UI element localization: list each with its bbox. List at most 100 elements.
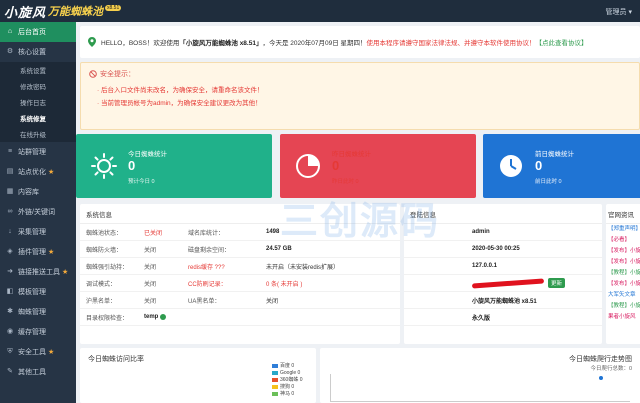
- sitemap-icon: ≡: [7, 148, 13, 155]
- legend-swatch: [272, 370, 278, 375]
- sidebar-item-security[interactable]: ⛨ 安全工具 ★: [0, 342, 76, 362]
- info-row: 蜘蛛池状态： 已关闭 域名库统计： 1498: [80, 224, 400, 241]
- clock-icon: [500, 155, 522, 177]
- download-icon: ↓: [8, 228, 12, 235]
- legend-item[interactable]: 神马 0: [272, 390, 303, 397]
- sidebar-item-plugins[interactable]: ◈ 插件管理 ★: [0, 242, 76, 262]
- info-row: 目录权限检查： temp: [80, 309, 400, 326]
- sidebar: ⌂ 后台首页 ⚙ 核心设置 系统设置 修改密码 操作日志 系统修复 在线升级 ≡…: [0, 22, 76, 403]
- sidebar-item-home[interactable]: ⌂ 后台首页: [0, 22, 76, 42]
- shield-icon: ⛨: [7, 348, 13, 355]
- sidebar-item-core-settings[interactable]: ⚙ 核心设置: [0, 42, 76, 62]
- main-content: HELLO，BOSS！欢迎使用 「小旋风万能蜘蛛池 x8.51」 ，今天是 20…: [76, 26, 640, 403]
- sidebar-item-spider[interactable]: ✱ 蜘蛛管理: [0, 302, 76, 322]
- news-item[interactable]: 【必看】: [606, 235, 640, 246]
- stat-sub: 昨日此时 0: [332, 179, 359, 185]
- plugin-icon: ◈: [7, 248, 13, 255]
- legend-item[interactable]: Google 0: [272, 369, 303, 376]
- sidebar-sub-system-repair[interactable]: 系统修复: [0, 110, 76, 126]
- push-icon: ➜: [7, 268, 13, 275]
- sidebar-item-cache[interactable]: ◉ 缓存管理: [0, 322, 76, 342]
- ban-icon: [89, 70, 97, 78]
- stat-value: 0: [128, 158, 136, 173]
- law-warning: 使用本程序请遵守国家法律法规、并遵守本软件使用协议！: [366, 40, 536, 47]
- sun-icon: [91, 153, 117, 179]
- product-name: 「小旋风万能蜘蛛池 x8.51」: [179, 40, 263, 47]
- sidebar-item-site-optimize[interactable]: ▤ 站点优化 ★: [0, 162, 76, 182]
- stat-label: 前日蜘蛛统计: [535, 151, 574, 158]
- agreement-link[interactable]: 【点此查看协议】: [536, 37, 588, 47]
- logo-main-text: 小旋风: [4, 5, 47, 21]
- legend-item[interactable]: 360蜘蛛 0: [272, 376, 303, 383]
- chart-plot-area: [330, 374, 630, 402]
- pin-star-icon: ★: [48, 169, 55, 176]
- info-row: 2020-05-30 00:25: [404, 241, 602, 258]
- news-item[interactable]: 【发布】小旋: [606, 279, 640, 290]
- login-info-panel: 登陆信息 admin 2020-05-30 00:25 127.0.0.1 更新…: [404, 204, 602, 344]
- news-item[interactable]: 大军矢文章: [606, 290, 640, 301]
- panel-title: 登陆信息: [404, 204, 602, 224]
- legend-swatch: [272, 391, 278, 396]
- news-item[interactable]: 【郑重声明】: [606, 224, 640, 235]
- logo-version-badge: x8.51: [105, 5, 122, 11]
- chart-subtitle: 今日爬行总数：0: [590, 366, 632, 372]
- legend-swatch: [272, 384, 278, 389]
- legend-item[interactable]: 搜狗 0: [272, 383, 303, 390]
- update-button[interactable]: 更新: [548, 278, 566, 288]
- sidebar-item-push-tool[interactable]: ➜ 链接推送工具 ★: [0, 262, 76, 282]
- info-row: 沪黑名单： 关闭 UA黑名单： 关闭: [80, 292, 400, 309]
- sidebar-item-content-library[interactable]: ▦ 内容库: [0, 182, 76, 202]
- check-ok-icon: [160, 313, 167, 320]
- map-pin-icon: [88, 37, 96, 47]
- cache-icon: ◉: [6, 328, 14, 335]
- stat-sub: 前日此时 0: [535, 179, 562, 185]
- news-item[interactable]: 果者小旋风: [606, 312, 640, 323]
- welcome-notice: HELLO，BOSS！欢迎使用 「小旋风万能蜘蛛池 x8.51」 ，今天是 20…: [80, 26, 640, 58]
- pin-star-icon: ★: [48, 349, 55, 356]
- home-icon: ⌂: [7, 28, 13, 35]
- legend-swatch: [272, 363, 278, 368]
- spider-ratio-chart: 今日蜘蛛访问比率 百度 0 Google 0 360蜘蛛 0 搜狗 0 神马 0: [80, 348, 316, 403]
- database-icon: ▦: [6, 188, 14, 195]
- stat-cards: 今日蜘蛛统计 0 预计今日 0 昨日蜘蛛统计 0 昨日此时 0 前日蜘蛛统计 0…: [76, 134, 640, 198]
- user-menu[interactable]: 管理员 ▾: [606, 7, 632, 17]
- tool-icon: ✎: [7, 368, 13, 375]
- news-item[interactable]: 【教程】小旋: [606, 301, 640, 312]
- app-logo[interactable]: 小旋风 万能蜘蛛池 x8.51: [4, 3, 122, 21]
- sidebar-item-site-group[interactable]: ≡ 站群管理: [0, 142, 76, 162]
- info-row: 蜘蛛强引劫持： 关闭 redis缓存 ??? 未开启（未安装redis扩展）: [80, 258, 400, 275]
- security-warning-title: 安全提示：: [89, 69, 631, 79]
- sidebar-sub-online-upgrade[interactable]: 在线升级: [0, 126, 76, 142]
- info-row: 永久版: [404, 309, 602, 326]
- chart-icon: ▤: [6, 168, 14, 175]
- pin-star-icon: ★: [48, 249, 55, 256]
- info-row: 127.0.0.1: [404, 258, 602, 275]
- sidebar-item-collect[interactable]: ↓ 采集管理: [0, 222, 76, 242]
- news-item[interactable]: 【教程】小旋: [606, 268, 640, 279]
- security-warning-box: 安全提示： · 后台入口文件尚未改名，为确保安全，请重命名该文件！ · 当前管理…: [80, 62, 640, 130]
- sidebar-sub-system-settings[interactable]: 系统设置: [0, 62, 76, 78]
- sidebar-item-templates[interactable]: ◧ 模板管理: [0, 282, 76, 302]
- pie-icon: [296, 154, 320, 178]
- sidebar-item-links-keywords[interactable]: ∞ 外链/关键词: [0, 202, 76, 222]
- gear-icon: ⚙: [6, 48, 14, 55]
- sidebar-item-other-tools[interactable]: ✎ 其他工具: [0, 362, 76, 382]
- legend-item[interactable]: 百度 0: [272, 362, 303, 369]
- top-bar: 小旋风 万能蜘蛛池 x8.51 管理员 ▾: [0, 0, 640, 22]
- sidebar-sub-operation-log[interactable]: 操作日志: [0, 94, 76, 110]
- chart-point: [599, 376, 603, 380]
- legend-swatch: [272, 377, 278, 382]
- stat-card-yesterday: 昨日蜘蛛统计 0 昨日此时 0: [280, 134, 476, 198]
- panel-title: 系统信息: [80, 204, 400, 224]
- stat-card-day-before: 前日蜘蛛统计 0 前日此时 0: [483, 134, 640, 198]
- redaction-mark: [471, 277, 545, 289]
- chart-title: 今日蜘蛛爬行走势图: [569, 356, 632, 363]
- news-item[interactable]: 【发布】小旋: [606, 246, 640, 257]
- info-row: admin: [404, 224, 602, 241]
- news-item[interactable]: 【发布】小旋: [606, 257, 640, 268]
- info-row: 小旋风万能蜘蛛池 x8.51: [404, 292, 602, 309]
- official-news-panel: 官网资讯 【郑重声明】 【必看】 【发布】小旋 【发布】小旋 【教程】小旋 【发…: [606, 204, 640, 344]
- security-warning-line: · 当前管理员帐号为admin，为确保安全建议更改为其他！: [97, 100, 262, 107]
- sidebar-sub-change-password[interactable]: 修改密码: [0, 78, 76, 94]
- system-info-panel: 系统信息 蜘蛛池状态： 已关闭 域名库统计： 1498 蜘蛛防火墙： 关闭 磁盘…: [80, 204, 400, 344]
